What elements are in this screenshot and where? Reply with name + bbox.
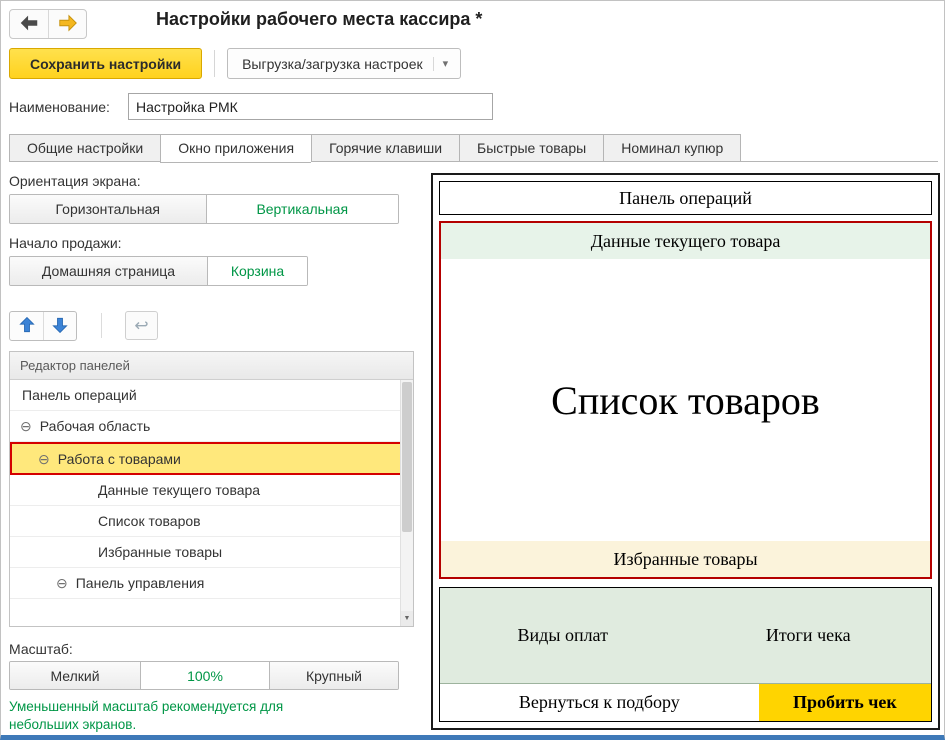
move-up-icon: [17, 315, 37, 338]
sale-start-label: Начало продажи:: [9, 235, 122, 251]
scroll-down-icon[interactable]: ▼: [401, 611, 413, 626]
tree-item-label: Список товаров: [98, 513, 201, 529]
move-down-icon: [50, 315, 70, 338]
orientation-option-horizontal[interactable]: Горизонтальная: [10, 195, 206, 223]
scale-note: Уменьшенный масштаб рекомендуется для не…: [9, 698, 339, 734]
tree-item-goods-work[interactable]: ⊖ Работа с товарами: [10, 442, 413, 475]
tree-scrollbar[interactable]: ▼: [400, 380, 413, 626]
move-buttons-group: [9, 311, 77, 341]
tab-general-settings[interactable]: Общие настройки: [9, 134, 160, 162]
tab-hotkeys[interactable]: Горячие клавиши: [311, 134, 459, 162]
orientation-toggle: Горизонтальная Вертикальная: [9, 194, 399, 224]
buttons-separator: [101, 313, 102, 338]
preview-control-panel: Виды оплат Итоги чека Вернуться к подбор…: [439, 587, 932, 722]
page-title: Настройки рабочего места кассира *: [156, 9, 482, 30]
forward-button[interactable]: [48, 10, 86, 38]
forward-icon: [57, 12, 79, 37]
scrollbar-thumb[interactable]: [402, 382, 412, 532]
scale-option-small[interactable]: Мелкий: [10, 662, 140, 689]
toolbar-separator: [214, 50, 215, 77]
preview-items-list: Список товаров: [441, 259, 930, 541]
tab-bar: Общие настройки Окно приложения Горячие …: [9, 134, 741, 162]
preview-favorites-band: Избранные товары: [441, 541, 930, 577]
preview-current-item-band: Данные текущего товара: [441, 223, 930, 259]
tree-item-control-panel[interactable]: ⊖ Панель управления: [10, 568, 413, 599]
tree-item-label: Избранные товары: [98, 544, 222, 560]
preview-receipt-totals: Итоги чека: [686, 588, 932, 683]
orientation-label: Ориентация экрана:: [9, 173, 141, 189]
sale-start-option-home[interactable]: Домашняя страница: [10, 257, 207, 285]
name-input[interactable]: [128, 93, 493, 120]
sale-start-toggle: Домашняя страница Корзина: [9, 256, 308, 286]
tab-banknote-denominations[interactable]: Номинал купюр: [603, 134, 741, 162]
scale-toggle: Мелкий 100% Крупный: [9, 661, 399, 690]
tree-header: Редактор панелей: [10, 352, 413, 380]
sale-start-option-cart[interactable]: Корзина: [207, 257, 307, 285]
scale-option-100[interactable]: 100%: [140, 662, 269, 689]
panel-editor-tree: Редактор панелей Панель операций ⊖ Рабоч…: [9, 351, 414, 627]
tree-item-favorite-goods[interactable]: Избранные товары: [10, 537, 413, 568]
preview-footer-labels: Виды оплат Итоги чека: [440, 588, 931, 683]
back-button[interactable]: [10, 10, 48, 38]
tree-item-label: Рабочая область: [40, 418, 151, 434]
back-icon: [18, 12, 40, 37]
tab-app-window[interactable]: Окно приложения: [160, 134, 311, 163]
move-down-button[interactable]: [43, 312, 76, 340]
export-import-label: Выгрузка/загрузка настроек: [242, 56, 423, 72]
nav-history-group: [9, 9, 87, 39]
tree-item-goods-list[interactable]: Список товаров: [10, 506, 413, 537]
preview-back-to-selection-button[interactable]: Вернуться к подбору: [440, 684, 759, 721]
preview-print-receipt-button[interactable]: Пробить чек: [759, 684, 931, 721]
name-field-label: Наименование:: [9, 99, 110, 115]
preview-bottom-strip: Вернуться к подбору Пробить чек: [440, 683, 931, 721]
export-import-settings-button[interactable]: Выгрузка/загрузка настроек ▾: [227, 48, 461, 79]
collapse-icon[interactable]: ⊖: [20, 419, 32, 433]
tree-item-label: Панель управления: [76, 575, 205, 591]
preview-operations-panel: Панель операций: [439, 181, 932, 215]
collapse-icon[interactable]: ⊖: [38, 452, 50, 466]
reset-icon: ↩: [134, 316, 148, 335]
chevron-down-icon: ▾: [433, 57, 449, 71]
tree-item-current-item-data[interactable]: Данные текущего товара: [10, 475, 413, 506]
tree-item-work-area[interactable]: ⊖ Рабочая область: [10, 411, 413, 442]
app-window: Настройки рабочего места кассира * Сохра…: [0, 0, 945, 740]
scale-option-large[interactable]: Крупный: [269, 662, 398, 689]
tree-item-operations-panel[interactable]: Панель операций: [10, 380, 413, 411]
tree-item-label: Данные текущего товара: [98, 482, 260, 498]
tab-quick-goods[interactable]: Быстрые товары: [459, 134, 603, 162]
scale-label: Масштаб:: [9, 641, 73, 657]
tree-item-label: Панель операций: [22, 387, 137, 403]
tree-item-label: Работа с товарами: [58, 451, 181, 467]
preview-selected-region[interactable]: Данные текущего товара Список товаров Из…: [439, 221, 932, 579]
orientation-option-vertical[interactable]: Вертикальная: [206, 195, 399, 223]
preview-payment-types: Виды оплат: [440, 588, 686, 683]
reset-panels-button[interactable]: ↩: [125, 311, 158, 340]
workplace-preview: Панель операций Данные текущего товара С…: [431, 173, 940, 730]
save-settings-button[interactable]: Сохранить настройки: [9, 48, 202, 79]
move-up-button[interactable]: [10, 312, 43, 340]
toolbar: Сохранить настройки Выгрузка/загрузка на…: [9, 48, 461, 79]
collapse-icon[interactable]: ⊖: [56, 576, 68, 590]
